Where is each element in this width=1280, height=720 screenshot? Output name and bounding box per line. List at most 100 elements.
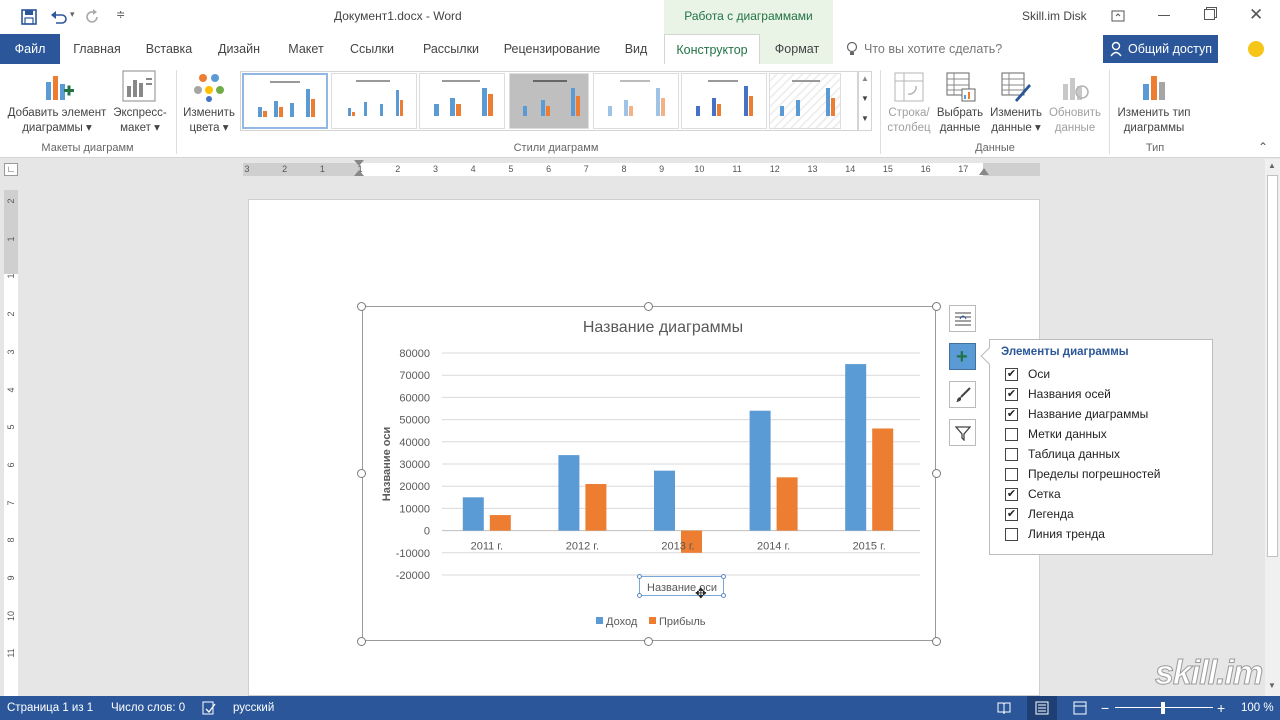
tab-design[interactable]: Дизайн — [209, 34, 269, 64]
select-data-button[interactable]: Выбрать данные — [934, 106, 986, 136]
chart-element-label[interactable]: Таблица данных — [1028, 447, 1120, 461]
gallery-more-icon[interactable]: ▼ — [861, 114, 869, 123]
chart-element-label[interactable]: Пределы погрешностей — [1028, 467, 1161, 481]
scroll-thumb[interactable] — [1267, 175, 1278, 557]
refresh-data-icon — [1063, 78, 1089, 100]
refresh-data-button[interactable]: Обновить данные — [1046, 106, 1104, 136]
x-tick-label: 2015 г. — [853, 541, 886, 553]
switch-row-column-button[interactable]: Строка/столбец — [884, 106, 934, 136]
restore-icon[interactable] — [1204, 9, 1215, 20]
chart-element-label[interactable]: Оси — [1028, 367, 1050, 381]
tab-layout[interactable]: Макет — [276, 34, 336, 64]
chart-style-5[interactable] — [593, 73, 679, 129]
chart-element-checkbox[interactable]: ✔ — [1005, 488, 1018, 501]
vertical-scrollbar[interactable]: ▲ ▼ — [1265, 159, 1280, 696]
customize-qat-icon[interactable]: ≑ — [116, 8, 125, 21]
y-tick-label: 50000 — [399, 415, 430, 427]
ruler-label: 10 — [6, 610, 16, 621]
hanging-indent-marker[interactable] — [354, 170, 364, 176]
chart-style-1[interactable] — [242, 73, 328, 129]
chart-element-label[interactable]: Линия тренда — [1028, 527, 1105, 541]
quick-layout-button[interactable]: Экспресс-макет ▾ — [112, 106, 168, 136]
y-tick-label: 0 — [424, 526, 430, 538]
account-name[interactable]: Skill.im Disk — [1022, 9, 1087, 23]
language[interactable]: русский — [233, 696, 274, 720]
x-axis-title-selection[interactable] — [637, 574, 726, 598]
print-layout-button[interactable] — [1027, 696, 1057, 720]
undo-dropdown-icon[interactable]: ▾ — [70, 9, 75, 20]
tab-references[interactable]: Ссылки — [342, 34, 402, 64]
minimize-icon[interactable] — [1158, 15, 1170, 16]
first-line-indent-marker[interactable] — [354, 160, 364, 166]
chart-styles-button[interactable] — [949, 381, 976, 408]
undo-icon[interactable] — [50, 9, 68, 25]
chart-style-4[interactable] — [509, 73, 589, 129]
scroll-up-icon[interactable]: ▲ — [1268, 161, 1276, 170]
chart-element-label[interactable]: Названия осей — [1028, 387, 1111, 401]
chart-element-checkbox[interactable] — [1005, 468, 1018, 481]
gallery-down-icon[interactable]: ▼ — [861, 94, 869, 103]
ribbon-display-options-icon[interactable] — [1111, 9, 1125, 23]
read-mode-icon[interactable] — [997, 701, 1011, 715]
ruler-label: 14 — [845, 164, 856, 174]
save-icon[interactable] — [21, 9, 37, 25]
chart-element-checkbox[interactable]: ✔ — [1005, 508, 1018, 521]
edit-data-button[interactable]: Изменить данные ▾ — [988, 106, 1044, 136]
tab-chart-design[interactable]: Конструктор — [664, 34, 760, 64]
redo-icon[interactable] — [85, 9, 101, 25]
tell-me-search[interactable]: Что вы хотите сделать? — [864, 42, 1002, 56]
web-layout-icon[interactable] — [1073, 701, 1087, 715]
close-icon[interactable]: ✕ — [1249, 5, 1263, 25]
bar — [845, 364, 867, 531]
chart-style-7[interactable] — [769, 73, 841, 129]
style-thumb-4 — [523, 80, 580, 116]
chart-element-label[interactable]: Сетка — [1028, 487, 1061, 501]
tab-file[interactable]: Файл — [0, 34, 60, 64]
ruler-label: 2 — [6, 311, 16, 317]
chart-element-checkbox[interactable] — [1005, 448, 1018, 461]
tab-chart-format[interactable]: Формат — [765, 34, 829, 64]
tab-review[interactable]: Рецензирование — [500, 34, 604, 64]
zoom-level[interactable]: 100 % — [1241, 696, 1274, 720]
zoom-slider-thumb[interactable] — [1161, 702, 1165, 714]
gallery-up-icon[interactable]: ▲ — [861, 74, 869, 83]
change-colors-button[interactable]: Изменить цвета ▾ — [180, 106, 238, 136]
chart-element-checkbox[interactable]: ✔ — [1005, 368, 1018, 381]
share-button[interactable]: Общий доступ — [1103, 35, 1218, 63]
chart-style-3[interactable] — [419, 73, 505, 129]
zoom-in-icon[interactable]: + — [1217, 696, 1225, 720]
collapse-ribbon-icon[interactable]: ⌃ — [1258, 140, 1268, 154]
add-chart-element-button[interactable]: Добавить элемент диаграммы ▾ — [3, 106, 111, 136]
tab-insert[interactable]: Вставка — [139, 34, 199, 64]
proofing-icon[interactable] — [202, 701, 216, 715]
tab-selector-icon[interactable]: ∟ — [4, 163, 18, 176]
scroll-down-icon[interactable]: ▼ — [1268, 681, 1276, 690]
ruler-label: 8 — [621, 164, 627, 174]
ruler-label: 2 — [6, 198, 16, 204]
chart-styles-gallery — [240, 71, 858, 131]
word-count[interactable]: Число слов: 0 — [111, 696, 185, 720]
tab-home[interactable]: Главная — [67, 34, 127, 64]
chart-element-label[interactable]: Легенда — [1028, 507, 1074, 521]
chart-element-label[interactable]: Метки данных — [1028, 427, 1107, 441]
tab-view[interactable]: Вид — [616, 34, 656, 64]
chart-element-checkbox[interactable] — [1005, 528, 1018, 541]
chart-style-2[interactable] — [331, 73, 417, 129]
chart-element-checkbox[interactable]: ✔ — [1005, 388, 1018, 401]
vertical-ruler[interactable]: 2 1 1 2 3 4 5 6 7 8 9 10 11 — [4, 190, 18, 696]
bar — [462, 497, 484, 531]
page-count[interactable]: Страница 1 из 1 — [7, 696, 93, 720]
change-chart-type-button[interactable]: Изменить тип диаграммы — [1112, 106, 1196, 136]
chart-style-6[interactable] — [681, 73, 767, 129]
chart-element-checkbox[interactable] — [1005, 428, 1018, 441]
right-indent-marker[interactable] — [979, 168, 989, 175]
chart-element-checkbox[interactable]: ✔ — [1005, 408, 1018, 421]
chart-elements-button[interactable]: + — [949, 343, 976, 370]
smiley-feedback-icon[interactable] — [1248, 41, 1264, 57]
ruler-label: 13 — [807, 164, 818, 174]
layout-options-button[interactable] — [949, 305, 976, 332]
tab-mailings[interactable]: Рассылки — [415, 34, 487, 64]
chart-element-label[interactable]: Название диаграммы — [1028, 407, 1148, 421]
zoom-out-icon[interactable]: − — [1101, 696, 1109, 720]
chart-filters-button[interactable] — [949, 419, 976, 446]
